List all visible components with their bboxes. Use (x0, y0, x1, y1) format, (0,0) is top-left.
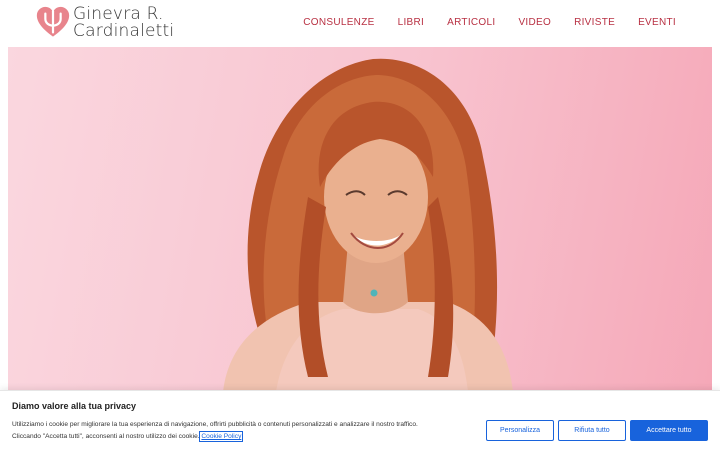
cookie-banner-text: Utilizziamo i cookie per migliorare la t… (12, 419, 472, 443)
brand-name: Ginevra R. Cardinaletti (73, 6, 174, 40)
nav-item-eventi[interactable]: EVENTI (638, 17, 676, 28)
accept-all-button[interactable]: Accettare tutto (630, 420, 708, 441)
site-logo[interactable]: Ginevra R. Cardinaletti (36, 6, 174, 40)
brand-line-2: Cardinaletti (73, 21, 175, 41)
hero-banner (8, 47, 712, 392)
cookie-text-line-1: Utilizziamo i cookie per migliorare la t… (12, 421, 418, 428)
nav-item-libri[interactable]: LIBRI (398, 17, 425, 28)
psi-heart-icon (36, 6, 70, 37)
nav-item-consulenze[interactable]: CONSULENZE (303, 17, 374, 28)
site-header: Ginevra R. Cardinaletti CONSULENZE LIBRI… (0, 0, 720, 47)
cookie-text-line-2: Cliccando "Accetta tutti", acconsenti al… (12, 431, 472, 443)
customize-button[interactable]: Personalizza (486, 420, 554, 441)
cookie-text-line-2-body: Cliccando "Accetta tutti", acconsenti al… (12, 433, 200, 440)
cookie-policy-link[interactable]: Cookie Policy (199, 431, 244, 442)
cookie-banner-title: Diamo valore alla tua privacy (12, 401, 137, 411)
nav-item-riviste[interactable]: RIVISTE (574, 17, 615, 28)
hero-portrait-image (223, 58, 513, 392)
reject-all-button[interactable]: Rifiuta tutto (558, 420, 626, 441)
nav-item-articoli[interactable]: ARTICOLI (447, 17, 495, 28)
main-nav: CONSULENZE LIBRI ARTICOLI VIDEO RIVISTE … (303, 17, 676, 28)
cookie-consent-banner: Diamo valore alla tua privacy Utilizziam… (0, 390, 720, 450)
nav-item-video[interactable]: VIDEO (518, 17, 551, 28)
